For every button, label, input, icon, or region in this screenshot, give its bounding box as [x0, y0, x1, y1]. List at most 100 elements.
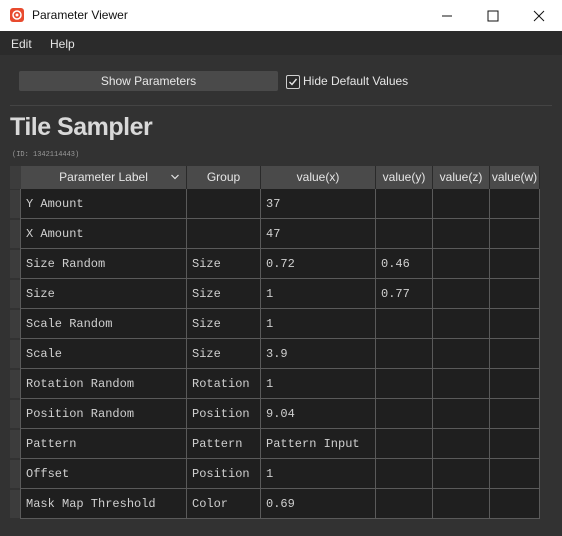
cell-group: Pattern — [187, 429, 261, 459]
row-handle[interactable] — [10, 280, 20, 308]
cell-group: Position — [187, 399, 261, 429]
show-parameters-button[interactable]: Show Parameters — [19, 71, 278, 91]
column-header-value-w[interactable]: value(w) — [490, 166, 540, 189]
row-handle[interactable] — [10, 370, 20, 398]
table-row[interactable]: Rotation Random Rotation 1 — [10, 369, 540, 399]
cell-parameter-label: Position Random — [21, 399, 187, 429]
menu-help[interactable]: Help — [50, 37, 75, 51]
cell-value-x[interactable]: 3.9 — [261, 339, 376, 369]
cell-value-y[interactable] — [376, 309, 433, 339]
table-row[interactable]: Scale Random Size 1 — [10, 309, 540, 339]
column-header-value-x[interactable]: value(x) — [261, 166, 376, 189]
table-row[interactable]: X Amount 47 — [10, 219, 540, 249]
cell-value-y[interactable] — [376, 189, 433, 219]
row-handle[interactable] — [10, 310, 20, 338]
column-header-parameter-label[interactable]: Parameter Label — [21, 166, 187, 189]
cell-value-y[interactable] — [376, 489, 433, 519]
app-icon — [10, 8, 24, 22]
cell-group: Position — [187, 459, 261, 489]
cell-value-y[interactable] — [376, 459, 433, 489]
cell-value-w[interactable] — [490, 369, 540, 399]
row-handle[interactable] — [10, 220, 20, 248]
cell-value-w[interactable] — [490, 429, 540, 459]
cell-value-x[interactable]: 47 — [261, 219, 376, 249]
cell-value-w[interactable] — [490, 339, 540, 369]
cell-value-z[interactable] — [433, 369, 490, 399]
cell-value-w[interactable] — [490, 489, 540, 519]
cell-value-y[interactable] — [376, 219, 433, 249]
cell-group — [187, 189, 261, 219]
minimize-button[interactable] — [424, 0, 470, 31]
cell-value-y[interactable] — [376, 339, 433, 369]
hide-defaults-checkbox[interactable] — [286, 75, 300, 89]
row-handle[interactable] — [10, 400, 20, 428]
row-handle[interactable] — [10, 340, 20, 368]
chevron-down-icon — [171, 174, 179, 180]
cell-parameter-label: Rotation Random — [21, 369, 187, 399]
table-row[interactable]: Offset Position 1 — [10, 459, 540, 489]
row-handle[interactable] — [10, 190, 20, 218]
window-title: Parameter Viewer — [32, 8, 128, 22]
cell-value-y[interactable]: 0.46 — [376, 249, 433, 279]
cell-value-y[interactable]: 0.77 — [376, 279, 433, 309]
cell-value-x[interactable]: 1 — [261, 459, 376, 489]
table-row[interactable]: Y Amount 37 — [10, 189, 540, 219]
cell-parameter-label: Scale — [21, 339, 187, 369]
cell-value-w[interactable] — [490, 279, 540, 309]
row-handle[interactable] — [10, 490, 20, 518]
cell-value-w[interactable] — [490, 219, 540, 249]
row-handle[interactable] — [10, 250, 20, 278]
cell-value-z[interactable] — [433, 249, 490, 279]
cell-parameter-label: Y Amount — [21, 189, 187, 219]
table-row[interactable]: Position Random Position 9.04 — [10, 399, 540, 429]
cell-value-z[interactable] — [433, 399, 490, 429]
cell-value-x[interactable]: 0.69 — [261, 489, 376, 519]
cell-value-z[interactable] — [433, 309, 490, 339]
row-handle[interactable] — [10, 430, 20, 458]
cell-value-z[interactable] — [433, 219, 490, 249]
cell-value-z[interactable] — [433, 279, 490, 309]
cell-value-y[interactable] — [376, 369, 433, 399]
close-button[interactable] — [516, 0, 562, 31]
column-header-value-z[interactable]: value(z) — [433, 166, 490, 189]
cell-value-z[interactable] — [433, 459, 490, 489]
cell-value-x[interactable]: 1 — [261, 369, 376, 399]
table-row[interactable]: Mask Map Threshold Color 0.69 — [10, 489, 540, 519]
cell-value-z[interactable] — [433, 339, 490, 369]
cell-group: Rotation — [187, 369, 261, 399]
maximize-button[interactable] — [470, 0, 516, 31]
cell-value-x[interactable]: 1 — [261, 279, 376, 309]
cell-value-x[interactable]: 9.04 — [261, 399, 376, 429]
table-row[interactable]: Scale Size 3.9 — [10, 339, 540, 369]
cell-value-z[interactable] — [433, 429, 490, 459]
cell-value-y[interactable] — [376, 399, 433, 429]
column-header-label: Parameter Label — [59, 170, 148, 184]
cell-value-x[interactable]: Pattern Input — [261, 429, 376, 459]
cell-value-x[interactable]: 37 — [261, 189, 376, 219]
cell-value-z[interactable] — [433, 489, 490, 519]
hide-defaults-label[interactable]: Hide Default Values — [303, 74, 408, 88]
cell-value-w[interactable] — [490, 399, 540, 429]
table-row[interactable]: Size Size 1 0.77 — [10, 279, 540, 309]
cell-value-w[interactable] — [490, 459, 540, 489]
cell-value-w[interactable] — [490, 249, 540, 279]
cell-value-y[interactable] — [376, 429, 433, 459]
main-panel: Show Parameters Hide Default Values Tile… — [0, 55, 562, 536]
cell-value-w[interactable] — [490, 309, 540, 339]
cell-value-x[interactable]: 0.72 — [261, 249, 376, 279]
table-row[interactable]: Pattern Pattern Pattern Input — [10, 429, 540, 459]
cell-parameter-label: Size — [21, 279, 187, 309]
menu-edit[interactable]: Edit — [11, 37, 32, 51]
cell-value-w[interactable] — [490, 189, 540, 219]
cell-value-x[interactable]: 1 — [261, 309, 376, 339]
title-bar: Parameter Viewer — [0, 0, 562, 31]
table-row[interactable]: Size Random Size 0.72 0.46 — [10, 249, 540, 279]
cell-parameter-label: X Amount — [21, 219, 187, 249]
column-header-group[interactable]: Group — [187, 166, 261, 189]
checkmark-icon — [289, 78, 298, 86]
row-handle[interactable] — [10, 460, 20, 488]
column-header-value-y[interactable]: value(y) — [376, 166, 433, 189]
cell-group: Size — [187, 339, 261, 369]
divider — [10, 105, 552, 106]
cell-value-z[interactable] — [433, 189, 490, 219]
